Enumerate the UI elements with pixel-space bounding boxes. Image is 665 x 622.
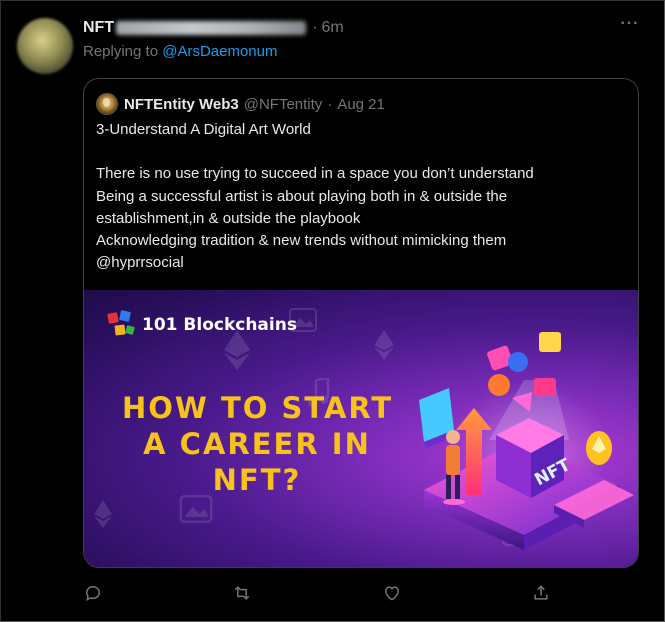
- quoted-date: Aug 21: [337, 95, 385, 113]
- media-headline: HOW TO START A CAREER IN NFT?: [122, 390, 392, 498]
- quoted-avatar: [96, 93, 118, 115]
- quoted-author-name: NFTEntity Web3: [124, 95, 239, 113]
- separator-dot: ·: [327, 95, 333, 113]
- text-line: establishment,in & outside the playbook: [96, 209, 361, 227]
- share-button[interactable]: [528, 580, 554, 606]
- author-name[interactable]: NFT: [83, 19, 114, 37]
- text-line: Being a successful artist is about playi…: [96, 187, 508, 205]
- text-line: There is no use trying to succeed in a s…: [96, 165, 534, 183]
- timestamp[interactable]: 6m: [321, 19, 343, 37]
- redacted-name-blur: [116, 21, 307, 35]
- brand-name: 101 Blockchains: [142, 315, 297, 335]
- avatar[interactable]: [17, 18, 73, 74]
- retweet-icon: [234, 586, 250, 600]
- text-line: 3-Understand A Digital Art World: [96, 121, 311, 138]
- quoted-tweet[interactable]: NFTEntity Web3 @NFTentity · Aug 21 3-Und…: [83, 78, 639, 568]
- text-line: [96, 141, 626, 163]
- nft-illustration: NFT: [419, 332, 634, 550]
- quoted-tweet-text: 3-Understand A Digital Art World There i…: [96, 119, 626, 275]
- reply-icon: [85, 585, 101, 602]
- tweet-actions: [83, 580, 643, 606]
- headline-line: HOW TO START: [122, 391, 394, 425]
- retweet-button[interactable]: [229, 580, 255, 606]
- replying-handle-link[interactable]: @ArsDaemonum: [162, 43, 277, 60]
- brand-logo: 101 Blockchains: [106, 310, 297, 340]
- separator-dot: ·: [312, 19, 318, 36]
- image-watermark-icon: [179, 495, 213, 523]
- share-icon: [534, 585, 548, 600]
- quoted-tweet-header: NFTEntity Web3 @NFTentity · Aug 21: [96, 93, 385, 115]
- more-options-icon[interactable]: ···: [620, 14, 640, 34]
- ethereum-watermark-icon: [374, 330, 394, 360]
- replying-prefix: Replying to: [83, 43, 159, 60]
- blockchain-cubes-icon: [107, 310, 135, 336]
- tweet-header: NFT · 6m: [83, 17, 344, 39]
- reply-button[interactable]: [80, 580, 106, 606]
- replying-to: Replying to @ArsDaemonum: [83, 43, 277, 60]
- like-icon: [384, 586, 400, 601]
- like-button[interactable]: [379, 580, 405, 606]
- tweet-media-image[interactable]: 101 Blockchains HOW TO START A CAREER IN…: [84, 290, 638, 567]
- headline-line: A CAREER IN: [143, 427, 371, 461]
- text-line: @hyprrsocial: [96, 254, 184, 272]
- headline-line: NFT?: [212, 463, 302, 497]
- quoted-author-handle: @NFTentity: [243, 95, 323, 113]
- ethereum-watermark-icon: [94, 500, 112, 528]
- text-line: Acknowledging tradition & new trends wit…: [96, 232, 507, 250]
